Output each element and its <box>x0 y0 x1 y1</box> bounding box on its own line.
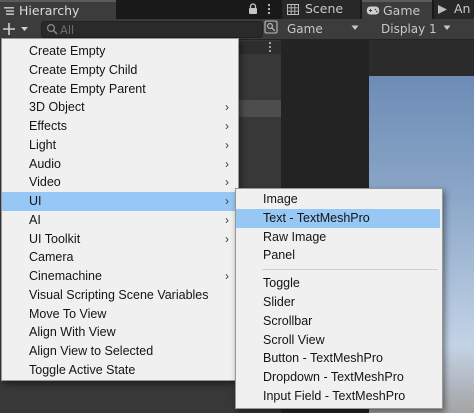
chevron-right-icon: › <box>225 100 229 115</box>
menu-item-create-empty[interactable]: Create Empty <box>2 42 236 61</box>
menu-item-ui[interactable]: UI › <box>2 192 236 211</box>
chevron-down-icon <box>443 25 451 30</box>
submenu-item-dropdown-textmeshpro[interactable]: Dropdown - TextMeshPro <box>236 368 440 387</box>
menu-item-3d-object[interactable]: 3D Object › <box>2 98 236 117</box>
hierarchy-list-icon <box>4 7 14 15</box>
hierarchy-row-selected[interactable] <box>234 100 281 117</box>
menu-item-video[interactable]: Video › <box>2 173 236 192</box>
menu-item-effects[interactable]: Effects › <box>2 117 236 136</box>
tab-scene-label: Scene <box>305 1 344 16</box>
chevron-right-icon: › <box>225 156 229 171</box>
menu-item-create-empty-child[interactable]: Create Empty Child <box>2 61 236 80</box>
menu-item-label: Move To View <box>29 306 107 321</box>
menu-item-cinemachine[interactable]: Cinemachine › <box>2 267 236 286</box>
search-box[interactable] <box>41 21 263 38</box>
submenu-item-label: Input Field - TextMeshPro <box>263 389 406 403</box>
add-object-button[interactable] <box>3 21 33 37</box>
display-label: Display 1 <box>381 22 437 36</box>
submenu-item-label: Slider <box>263 295 295 309</box>
create-context-menu: Create Empty Create Empty Child Create Emp… <box>1 38 239 381</box>
submenu-item-image[interactable]: Image <box>236 190 440 209</box>
game-mode-dropdown[interactable]: Game <box>287 19 359 39</box>
chevron-right-icon: › <box>225 194 229 208</box>
hierarchy-title: Hierarchy <box>19 3 80 18</box>
tab-game-label: Game <box>383 3 421 18</box>
menu-item-label: Cinemachine <box>29 269 102 283</box>
submenu-item-label: Scrollbar <box>263 313 313 328</box>
menu-item-label: Video <box>29 175 61 190</box>
submenu-item-label: Button - TextMeshPro <box>263 351 383 366</box>
menu-item-label: Camera <box>29 250 74 265</box>
menu-item-move-to-view[interactable]: Move To View <box>2 305 236 324</box>
submenu-item-input-field-textmeshpro[interactable]: Input Field - TextMeshPro <box>236 387 440 406</box>
submenu-item-scroll-view[interactable]: Scroll View <box>236 331 440 350</box>
search-input[interactable] <box>60 22 255 37</box>
search-icon <box>46 23 58 35</box>
submenu-item-label: Panel <box>263 248 295 263</box>
menu-item-label: Align View to Selected <box>29 344 154 358</box>
submenu-item-label: Scroll View <box>263 332 325 347</box>
menu-item-visual-scripting-scene-variables[interactable]: Visual Scripting Scene Variables <box>2 286 236 305</box>
chevron-right-icon: › <box>225 175 229 190</box>
submenu-item-label: Toggle <box>263 276 300 291</box>
menu-item-label: Visual Scripting Scene Variables <box>29 287 209 302</box>
chevron-right-icon: › <box>225 137 229 152</box>
chevron-right-icon: › <box>225 212 229 227</box>
menu-item-label: Effects <box>29 119 67 133</box>
chevron-down-icon <box>351 25 359 30</box>
scene-row-menu-icon[interactable] <box>268 41 272 53</box>
menu-item-camera[interactable]: Camera <box>2 248 236 267</box>
menu-item-create-empty-parent[interactable]: Create Empty Parent <box>2 80 236 99</box>
gamepad-icon <box>366 6 380 15</box>
display-dropdown[interactable]: Display 1 <box>381 19 451 39</box>
submenu-item-slider[interactable]: Slider <box>236 293 440 312</box>
menu-item-label: AI <box>29 212 41 227</box>
tab-animation[interactable]: An <box>434 0 474 19</box>
menu-item-label: Toggle Active State <box>29 362 136 377</box>
menu-item-label: Align With View <box>29 325 116 340</box>
menu-item-align-view-to-selected[interactable]: Align View to Selected <box>2 342 236 361</box>
menu-item-audio[interactable]: Audio › <box>2 155 236 174</box>
menu-item-label: UI <box>29 194 42 208</box>
hierarchy-tab[interactable]: Hierarchy <box>0 0 116 19</box>
submenu-item-label: Image <box>263 192 298 206</box>
menu-item-align-with-view[interactable]: Align With View <box>2 323 236 342</box>
game-mode-label: Game <box>287 22 323 36</box>
submenu-item-scrollbar[interactable]: Scrollbar <box>236 312 440 331</box>
menu-item-light[interactable]: Light › <box>2 136 236 155</box>
animation-icon <box>438 5 447 14</box>
menu-item-toggle-active-state[interactable]: Toggle Active State <box>2 361 236 380</box>
menu-separator <box>262 269 438 271</box>
scene-header-row[interactable] <box>234 41 281 54</box>
submenu-item-label: Raw Image <box>263 229 327 244</box>
submenu-item-label: Text - TextMeshPro <box>263 210 370 225</box>
submenu-item-raw-image[interactable]: Raw Image <box>236 228 440 247</box>
menu-item-label: Create Empty Child <box>29 62 138 77</box>
menu-item-label: Create Empty <box>29 44 106 58</box>
grid-icon <box>287 4 299 15</box>
scene-filter-icon[interactable] <box>264 20 278 34</box>
chevron-right-icon: › <box>225 231 229 246</box>
menu-item-label: Audio <box>29 156 61 171</box>
chevron-right-icon: › <box>225 119 229 133</box>
menu-item-label: Create Empty Parent <box>29 81 146 96</box>
submenu-item-toggle[interactable]: Toggle <box>236 274 440 293</box>
menu-item-ai[interactable]: AI › <box>2 211 236 230</box>
menu-item-label: Light <box>29 137 57 152</box>
submenu-item-label: Dropdown - TextMeshPro <box>263 370 404 385</box>
hierarchy-toolbar <box>0 19 281 40</box>
tab-scene[interactable]: Scene <box>282 0 360 19</box>
tab-animation-label: An <box>454 1 471 16</box>
submenu-item-button-textmeshpro[interactable]: Button - TextMeshPro <box>236 349 440 368</box>
submenu-item-panel[interactable]: Panel <box>236 246 440 265</box>
kebab-menu-icon[interactable] <box>266 3 272 15</box>
tab-game[interactable]: Game <box>362 0 432 19</box>
chevron-right-icon: › <box>225 269 229 283</box>
ui-submenu: Image Text - TextMeshPro Raw Image Panel Tog… <box>235 188 443 409</box>
lock-icon[interactable] <box>248 3 258 15</box>
menu-item-label: UI Toolkit <box>29 231 81 246</box>
menu-item-label: 3D Object <box>29 100 85 115</box>
menu-item-ui-toolkit[interactable]: UI Toolkit › <box>2 230 236 249</box>
submenu-item-text-textmeshpro[interactable]: Text - TextMeshPro <box>236 208 440 228</box>
